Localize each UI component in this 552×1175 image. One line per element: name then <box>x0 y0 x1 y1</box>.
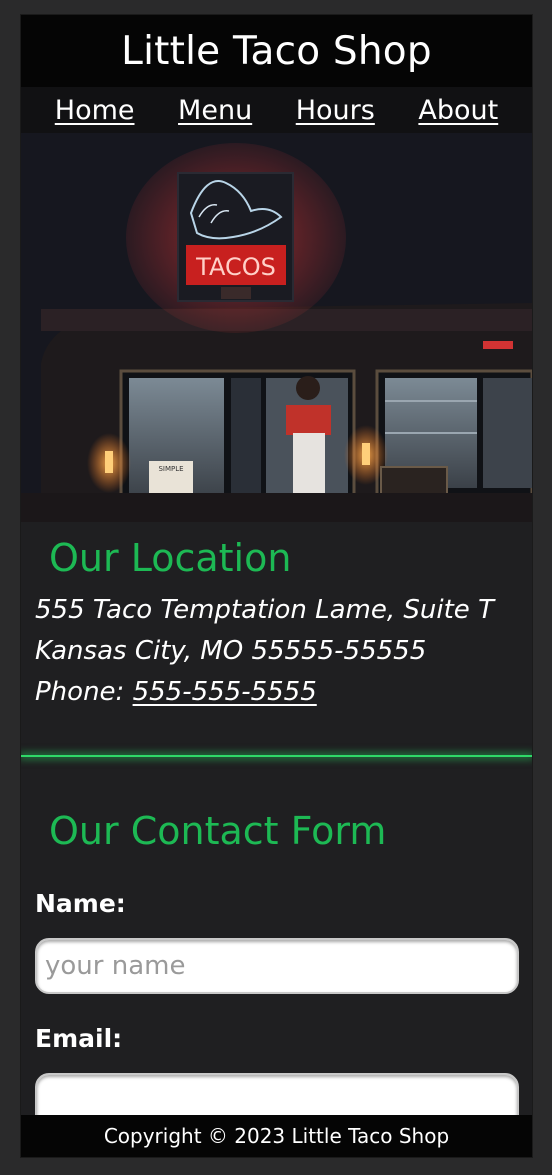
site-footer: Copyright © 2023 Little Taco Shop <box>21 1115 532 1157</box>
email-label: Email: <box>35 1024 123 1053</box>
page-frame: Little Taco Shop Home Menu Hours About T… <box>20 14 533 1158</box>
site-title: Little Taco Shop <box>121 28 432 74</box>
phone-label: Phone: <box>35 677 133 707</box>
site-header: Little Taco Shop <box>21 15 532 87</box>
copyright-text: Copyright © 2023 Little Taco Shop <box>103 1124 450 1148</box>
name-input[interactable] <box>35 938 519 994</box>
nav-link-about[interactable]: About <box>418 95 498 126</box>
contact-section: Our Contact Form Name: Email: <box>21 757 532 1157</box>
address-line-2: Kansas City, MO 55555-55555 <box>35 636 427 666</box>
phone-line: Phone: 555-555-5555 <box>35 672 516 713</box>
phone-link[interactable]: 555-555-5555 <box>133 677 317 707</box>
nav-link-hours[interactable]: Hours <box>296 95 375 126</box>
name-label: Name: <box>35 889 126 918</box>
menu-card-text: SIMPLE <box>158 465 183 473</box>
location-section: Our Location 555 Taco Temptation Lame, S… <box>21 522 532 725</box>
location-heading: Our Location <box>49 536 292 580</box>
nav-link-menu[interactable]: Menu <box>178 95 252 126</box>
contact-heading: Our Contact Form <box>49 809 387 853</box>
neon-sign-text: TACOS <box>195 253 276 281</box>
address-line-1: 555 Taco Temptation Lame, Suite T <box>35 595 494 625</box>
address-block: 555 Taco Temptation Lame, Suite T Kansas… <box>35 590 516 713</box>
taco-truck-photo: TACOS SIMPLE <box>21 133 532 522</box>
hero-image: TACOS SIMPLE <box>21 133 532 522</box>
main-nav: Home Menu Hours About <box>21 87 532 133</box>
nav-link-home[interactable]: Home <box>55 95 135 126</box>
